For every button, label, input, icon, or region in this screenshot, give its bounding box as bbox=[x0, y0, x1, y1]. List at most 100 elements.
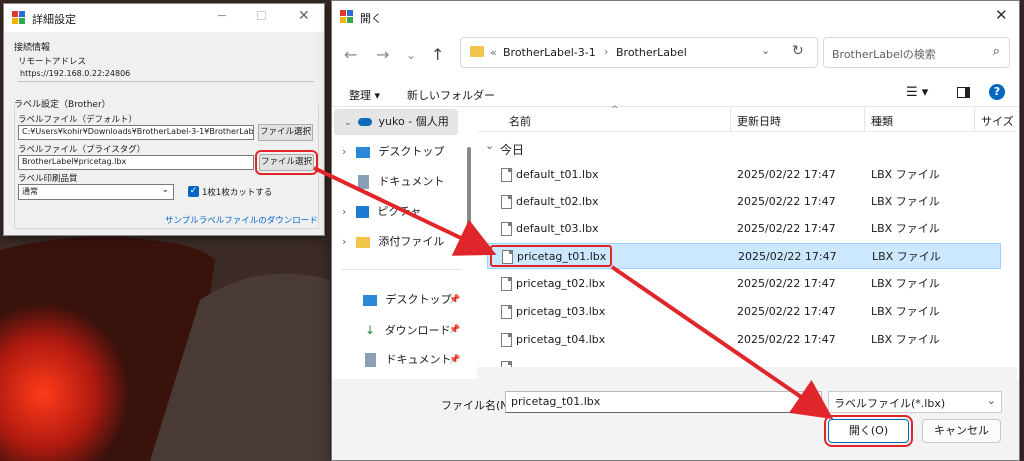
quality-select[interactable]: 通常 ⌄ bbox=[18, 184, 174, 200]
back-icon[interactable]: ← bbox=[344, 45, 357, 64]
file-row[interactable]: default_t02.lbx 2025/02/22 17:47 LBX ファイ… bbox=[487, 189, 1001, 215]
file-icon bbox=[501, 222, 512, 236]
forward-icon[interactable]: → bbox=[376, 45, 389, 64]
sidebar-item-documents[interactable]: › ドキュメント bbox=[342, 169, 462, 195]
column-divider bbox=[864, 107, 865, 132]
price-file-select-button[interactable]: ファイル選択 bbox=[255, 150, 318, 175]
column-name[interactable]: 名前 bbox=[509, 113, 531, 129]
file-type: LBX ファイル bbox=[871, 305, 940, 318]
sidebar-item-label: ドキュメント bbox=[385, 353, 452, 366]
default-file-select-button[interactable]: ファイル選択 bbox=[258, 124, 313, 141]
settings-title: 詳細設定 bbox=[32, 13, 76, 26]
new-folder-button[interactable]: 新しいフォルダー bbox=[407, 87, 495, 103]
search-icon: ⌕ bbox=[992, 44, 1000, 59]
download-icon: ↓ bbox=[365, 323, 376, 337]
cut-checkbox[interactable]: ✓ bbox=[188, 186, 199, 197]
file-type: LBX ファイル bbox=[872, 250, 941, 263]
filter-value: ラベルファイル(*.lbx) bbox=[834, 397, 946, 410]
file-type-filter[interactable]: ラベルファイル(*.lbx) ⌄ bbox=[828, 391, 1002, 413]
file-type: LBX ファイル bbox=[871, 222, 940, 235]
breadcrumb-item[interactable]: BrotherLabel-3-1 bbox=[503, 46, 596, 59]
help-icon[interactable]: ? bbox=[989, 84, 1005, 100]
maximize-icon[interactable]: ☐ bbox=[256, 9, 267, 23]
close-icon[interactable]: ✕ bbox=[995, 6, 1008, 24]
sidebar-item-onedrive[interactable]: ⌄ yuko - 個人用 bbox=[334, 109, 458, 135]
sidebar-item-desktop[interactable]: › デスクトップ bbox=[342, 139, 462, 165]
chevron-down-icon: ⌄ bbox=[986, 394, 996, 407]
quality-label: ラベル印刷品質 bbox=[18, 174, 78, 184]
address-bar[interactable]: « BrotherLabel-3-1 › BrotherLabel ⌄ ↻ bbox=[460, 37, 818, 68]
chevron-down-icon: ⌄ bbox=[485, 139, 495, 152]
search-input[interactable]: BrotherLabelの検索 ⌕ bbox=[823, 37, 1010, 68]
file-icon bbox=[501, 195, 512, 209]
sample-download-link[interactable]: サンプルラベルファイルのダウンロード bbox=[165, 214, 318, 226]
picture-icon bbox=[355, 206, 369, 218]
up-icon[interactable]: ↑ bbox=[431, 45, 444, 64]
file-name: pricetag_t01.lbx bbox=[517, 250, 607, 263]
file-name: pricetag_t03.lbx bbox=[516, 305, 606, 318]
file-date: 2025/02/22 17:47 bbox=[737, 305, 836, 318]
organize-button[interactable]: 整理 ▾ bbox=[349, 87, 380, 103]
chevron-right-icon: › bbox=[604, 45, 609, 58]
file-type: LBX ファイル bbox=[871, 168, 940, 181]
divider bbox=[18, 81, 314, 82]
sidebar-item-label: デスクトップ bbox=[385, 293, 452, 306]
file-icon bbox=[501, 305, 512, 319]
chevron-right-icon: › bbox=[342, 205, 347, 218]
file-row-selected[interactable]: pricetag_t01.lbx 2025/02/22 17:47 LBX ファ… bbox=[487, 243, 1001, 269]
filename-value: pricetag_t01.lbx bbox=[511, 395, 601, 408]
divider bbox=[342, 269, 462, 270]
file-type: LBX ファイル bbox=[871, 333, 940, 346]
file-row[interactable]: pricetag_t03.lbx 2025/02/22 17:47 LBX ファ… bbox=[487, 299, 1001, 325]
column-header: 名前 ^ 更新日時 種類 サイズ bbox=[477, 105, 1017, 132]
column-date[interactable]: 更新日時 bbox=[737, 113, 781, 129]
sidebar-item-pictures[interactable]: › ピクチャ bbox=[342, 199, 462, 225]
horizontal-scrollbar[interactable] bbox=[477, 367, 1017, 379]
pin-icon: 📌 bbox=[449, 355, 461, 365]
open-dialog-title: 開く bbox=[360, 12, 382, 25]
file-row[interactable]: pricetag_t04.lbx 2025/02/22 17:47 LBX ファ… bbox=[487, 327, 1001, 353]
close-icon[interactable]: ✕ bbox=[298, 8, 310, 24]
sidebar-item-attachments[interactable]: › 添付ファイル bbox=[342, 229, 462, 255]
breadcrumb-overflow[interactable]: « bbox=[490, 46, 497, 59]
breadcrumb-item[interactable]: BrotherLabel bbox=[616, 46, 687, 59]
group-header-today[interactable]: 今日 bbox=[500, 141, 524, 158]
file-type: LBX ファイル bbox=[871, 277, 940, 290]
default-label-field[interactable]: C:¥Users¥kohir¥Downloads¥BrotherLabel-3-… bbox=[18, 125, 254, 140]
sidebar-item-label: デスクトップ bbox=[378, 145, 445, 158]
quick-access-downloads[interactable]: ↓ ダウンロード 📌 bbox=[363, 317, 483, 343]
column-type[interactable]: 種類 bbox=[871, 113, 893, 129]
quick-access-documents[interactable]: ドキュメント 📌 bbox=[363, 347, 483, 373]
desktop-icon bbox=[355, 146, 370, 158]
cancel-button[interactable]: キャンセル bbox=[922, 419, 1001, 443]
settings-titlebar: 詳細設定 ─ ☐ ✕ bbox=[4, 4, 324, 32]
view-menu-icon[interactable]: ☰ ▾ bbox=[906, 85, 928, 100]
sidebar-scrollbar[interactable] bbox=[467, 147, 471, 227]
document-icon bbox=[357, 175, 369, 189]
sidebar-item-label: ドキュメント bbox=[378, 175, 445, 188]
chevron-right-icon: › bbox=[342, 235, 347, 248]
document-icon bbox=[365, 353, 376, 367]
file-row[interactable]: default_t01.lbx 2025/02/22 17:47 LBX ファイ… bbox=[487, 162, 1001, 188]
open-file-dialog: 開く ✕ ← → ⌄ ↑ « BrotherLabel-3-1 › Brothe… bbox=[331, 0, 1020, 461]
folder-icon bbox=[355, 236, 370, 248]
file-row-partial[interactable] bbox=[487, 355, 1001, 367]
default-label-caption: ラベルファイル（デフォルト） bbox=[18, 115, 138, 125]
quick-access-desktop[interactable]: デスクトップ 📌 bbox=[363, 287, 483, 313]
refresh-icon[interactable]: ↻ bbox=[792, 43, 804, 59]
price-label-field[interactable]: BrotherLabel¥pricetag.lbx bbox=[18, 155, 254, 170]
preview-pane-icon[interactable] bbox=[957, 87, 970, 98]
app-icon bbox=[12, 11, 25, 24]
chevron-down-icon[interactable]: ⌄ bbox=[761, 44, 770, 57]
recent-chevron-icon[interactable]: ⌄ bbox=[406, 48, 416, 62]
minimize-icon[interactable]: ─ bbox=[218, 9, 226, 24]
file-icon bbox=[501, 277, 512, 291]
filename-input[interactable]: pricetag_t01.lbx bbox=[505, 391, 822, 413]
open-button[interactable]: 開く(O) bbox=[824, 415, 913, 447]
column-size[interactable]: サイズ bbox=[981, 113, 1017, 129]
settings-dialog: 詳細設定 ─ ☐ ✕ 接続情報 リモートアドレス https://192.168… bbox=[3, 3, 325, 236]
file-name: pricetag_t04.lbx bbox=[516, 333, 606, 346]
file-row[interactable]: pricetag_t02.lbx 2025/02/22 17:47 LBX ファ… bbox=[487, 271, 1001, 297]
file-row[interactable]: default_t03.lbx 2025/02/22 17:47 LBX ファイ… bbox=[487, 216, 1001, 242]
column-divider bbox=[974, 107, 975, 132]
